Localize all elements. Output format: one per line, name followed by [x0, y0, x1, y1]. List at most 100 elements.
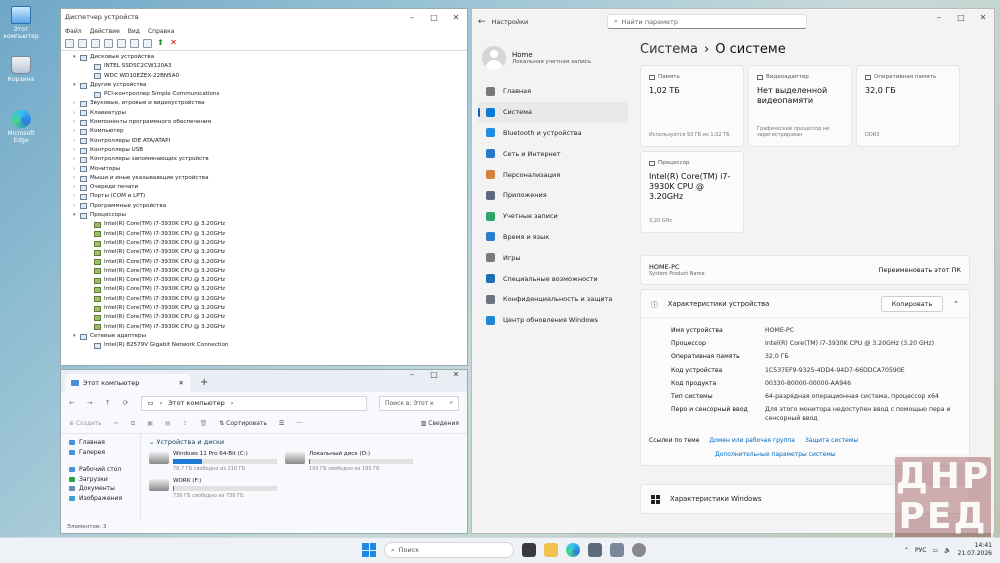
- tree-item-processor[interactable]: Intel(R) Core(TM) i7-3930K CPU @ 3.20GHz: [73, 248, 467, 257]
- chevron-right-icon[interactable]: ›: [73, 146, 80, 155]
- address-bar[interactable]: ▭ › Этот компьютер ›: [140, 395, 367, 411]
- tree-category[interactable]: › Контроллеры IDE ATA/ATAPI: [73, 137, 467, 146]
- tree-item-device[interactable]: PCI-контроллер Simple Communications: [73, 90, 467, 99]
- tree-item-processor[interactable]: Intel(R) Core(TM) i7-3930K CPU @ 3.20GHz: [73, 295, 467, 304]
- nav-item[interactable]: Сеть и Интернет: [478, 143, 628, 164]
- desktop-icon-this-pc[interactable]: Этот компьютер: [2, 6, 40, 40]
- chevron-right-icon[interactable]: ›: [73, 137, 80, 146]
- tree-category[interactable]: ▾ Дисковые устройства: [73, 53, 467, 62]
- maximize-button[interactable]: □: [423, 370, 445, 379]
- chevron-right-icon[interactable]: ›: [73, 109, 80, 118]
- view-button[interactable]: ☰: [279, 420, 284, 427]
- network-icon[interactable]: ▭: [932, 547, 938, 554]
- tree-category[interactable]: › Клавиатуры: [73, 109, 467, 118]
- tree-item-processor[interactable]: Intel(R) Core(TM) i7-3930K CPU @ 3.20GHz: [73, 230, 467, 239]
- nav-item[interactable]: Bluetooth и устройства: [478, 123, 628, 144]
- menu-action[interactable]: Действие: [90, 28, 120, 35]
- search-input[interactable]: Поиск в: Этот к ⌕: [379, 395, 459, 411]
- volume-icon[interactable]: 🔈: [944, 547, 951, 554]
- chevron-right-icon[interactable]: ›: [73, 127, 80, 136]
- store-icon[interactable]: [588, 543, 602, 557]
- tree-category[interactable]: › Порты (COM и LPT): [73, 192, 467, 201]
- refresh-icon[interactable]: ⟳: [123, 399, 129, 407]
- file-explorer-icon[interactable]: [544, 543, 558, 557]
- help-icon[interactable]: [117, 39, 126, 48]
- minimize-button[interactable]: –: [928, 13, 950, 22]
- chevron-right-icon[interactable]: ›: [73, 165, 80, 174]
- chevron-right-icon[interactable]: ›: [73, 192, 80, 201]
- drive-item[interactable]: Windows 11 Pro 64-Bit (C:) 78,7 ГБ свобод…: [149, 451, 277, 472]
- tree-category[interactable]: › Очереди печати: [73, 183, 467, 192]
- back-icon[interactable]: ←: [478, 17, 486, 27]
- system-protection-link[interactable]: Защита системы: [805, 437, 858, 444]
- scan-hardware-icon[interactable]: [143, 39, 152, 48]
- rename-pc-button[interactable]: Переименовать этот ПК: [878, 266, 961, 274]
- nav-item[interactable]: Конфиденциальность и защита: [478, 289, 628, 310]
- minimize-button[interactable]: –: [401, 13, 423, 22]
- chevron-up-icon[interactable]: ⌃: [953, 300, 959, 308]
- tree-item-processor[interactable]: Intel(R) Core(TM) i7-3930K CPU @ 3.20GHz: [73, 220, 467, 229]
- chevron-right-icon[interactable]: ›: [73, 155, 80, 164]
- delete-icon[interactable]: 🗑: [200, 420, 208, 427]
- properties-icon[interactable]: [91, 39, 100, 48]
- back-icon[interactable]: ←: [69, 399, 75, 407]
- clock[interactable]: 14:41 21.07.2026: [958, 542, 992, 558]
- chevron-down-icon[interactable]: ▾: [73, 81, 80, 90]
- menu-help[interactable]: Справка: [148, 28, 174, 35]
- settings-search-input[interactable]: ⌕ Найти параметр: [607, 14, 807, 29]
- sidebar-item-downloads[interactable]: Загрузки: [69, 475, 140, 485]
- sidebar-item-gallery[interactable]: Галерея: [69, 448, 140, 458]
- nav-item[interactable]: Система: [478, 101, 628, 123]
- share-icon[interactable]: ⇪: [183, 420, 188, 427]
- drive-item[interactable]: Локальный диск (D:) 195 ГБ свободно из 19…: [285, 451, 413, 472]
- nav-item[interactable]: Главная: [478, 81, 628, 102]
- copy-button[interactable]: Копировать: [880, 295, 944, 312]
- nav-item[interactable]: Специальные возможности: [478, 268, 628, 289]
- drive-item[interactable]: WORK (F:) 736 ГБ свободно из 736 ГБ: [149, 478, 277, 499]
- tree-category[interactable]: › Контроллеры USB: [73, 146, 467, 155]
- edge-icon[interactable]: [566, 543, 580, 557]
- menu-file[interactable]: Файл: [65, 28, 82, 35]
- show-hide-icon[interactable]: [104, 39, 113, 48]
- language-indicator[interactable]: РУС: [915, 547, 926, 554]
- tree-category[interactable]: ▾ Другие устройства: [73, 81, 467, 90]
- chevron-right-icon[interactable]: ›: [73, 202, 80, 211]
- tree-item-processor[interactable]: Intel(R) Core(TM) i7-3930K CPU @ 3.20GHz: [73, 285, 467, 294]
- tree-category[interactable]: › Звуковые, игровые и видеоустройства: [73, 99, 467, 108]
- sort-button[interactable]: ⇅ Сортировать: [219, 420, 267, 427]
- new-tab-button[interactable]: +: [200, 374, 208, 392]
- taskbar-search[interactable]: ⌕ Поиск: [384, 542, 514, 558]
- nav-item[interactable]: Время и язык: [478, 227, 628, 248]
- device-specs-header[interactable]: ⓘ Характеристики устройства Копировать ⌃: [641, 290, 969, 318]
- tree-item-processor[interactable]: Intel(R) Core(TM) i7-3930K CPU @ 3.20GHz: [73, 239, 467, 248]
- desktop-icon-recycle-bin[interactable]: Корзина: [2, 56, 40, 83]
- chevron-down-icon[interactable]: ▾: [73, 211, 80, 220]
- tree-item-processor[interactable]: Intel(R) Core(TM) i7-3930K CPU @ 3.20GHz: [73, 304, 467, 313]
- up-icon[interactable]: ↑: [105, 399, 111, 407]
- minimize-button[interactable]: –: [401, 370, 423, 379]
- chevron-right-icon[interactable]: ›: [73, 118, 80, 127]
- nav-item[interactable]: Центр обновления Windows: [478, 310, 628, 331]
- details-button[interactable]: ▥ Сведения: [421, 420, 459, 427]
- drives-group-header[interactable]: ⌄ Устройства и диски: [149, 438, 459, 446]
- back-icon[interactable]: [65, 39, 74, 48]
- uninstall-device-icon[interactable]: ✕: [169, 39, 178, 48]
- close-tab-icon[interactable]: ✕: [179, 379, 184, 387]
- tree-item-device[interactable]: WDC WD10EZEX-22BN5A0: [73, 72, 467, 81]
- maximize-button[interactable]: □: [950, 13, 972, 22]
- sidebar-item-pictures[interactable]: Изображения: [69, 494, 140, 504]
- create-button[interactable]: ⊕ Создать: [69, 420, 102, 427]
- desktop-icon-edge[interactable]: Microsoft Edge: [2, 110, 40, 144]
- chevron-down-icon[interactable]: ▾: [73, 332, 80, 341]
- breadcrumb-parent[interactable]: Система: [640, 42, 698, 57]
- tree-item-processor[interactable]: Intel(R) Core(TM) i7-3930K CPU @ 3.20GHz: [73, 313, 467, 322]
- sidebar-item-home[interactable]: Главная: [69, 438, 140, 448]
- forward-icon[interactable]: [78, 39, 87, 48]
- more-button[interactable]: ···: [296, 420, 302, 427]
- tree-category[interactable]: › Контроллеры запоминающих устройств: [73, 155, 467, 164]
- tree-item-processor[interactable]: Intel(R) Core(TM) i7-3930K CPU @ 3.20GHz: [73, 276, 467, 285]
- tree-item-device[interactable]: Intel(R) 82579V Gigabit Network Connecti…: [73, 341, 467, 350]
- tree-item-processor[interactable]: Intel(R) Core(TM) i7-3930K CPU @ 3.20GHz: [73, 323, 467, 332]
- nav-item[interactable]: Учетные записи: [478, 206, 628, 227]
- tree-item-processor[interactable]: Intel(R) Core(TM) i7-3930K CPU @ 3.20GHz: [73, 258, 467, 267]
